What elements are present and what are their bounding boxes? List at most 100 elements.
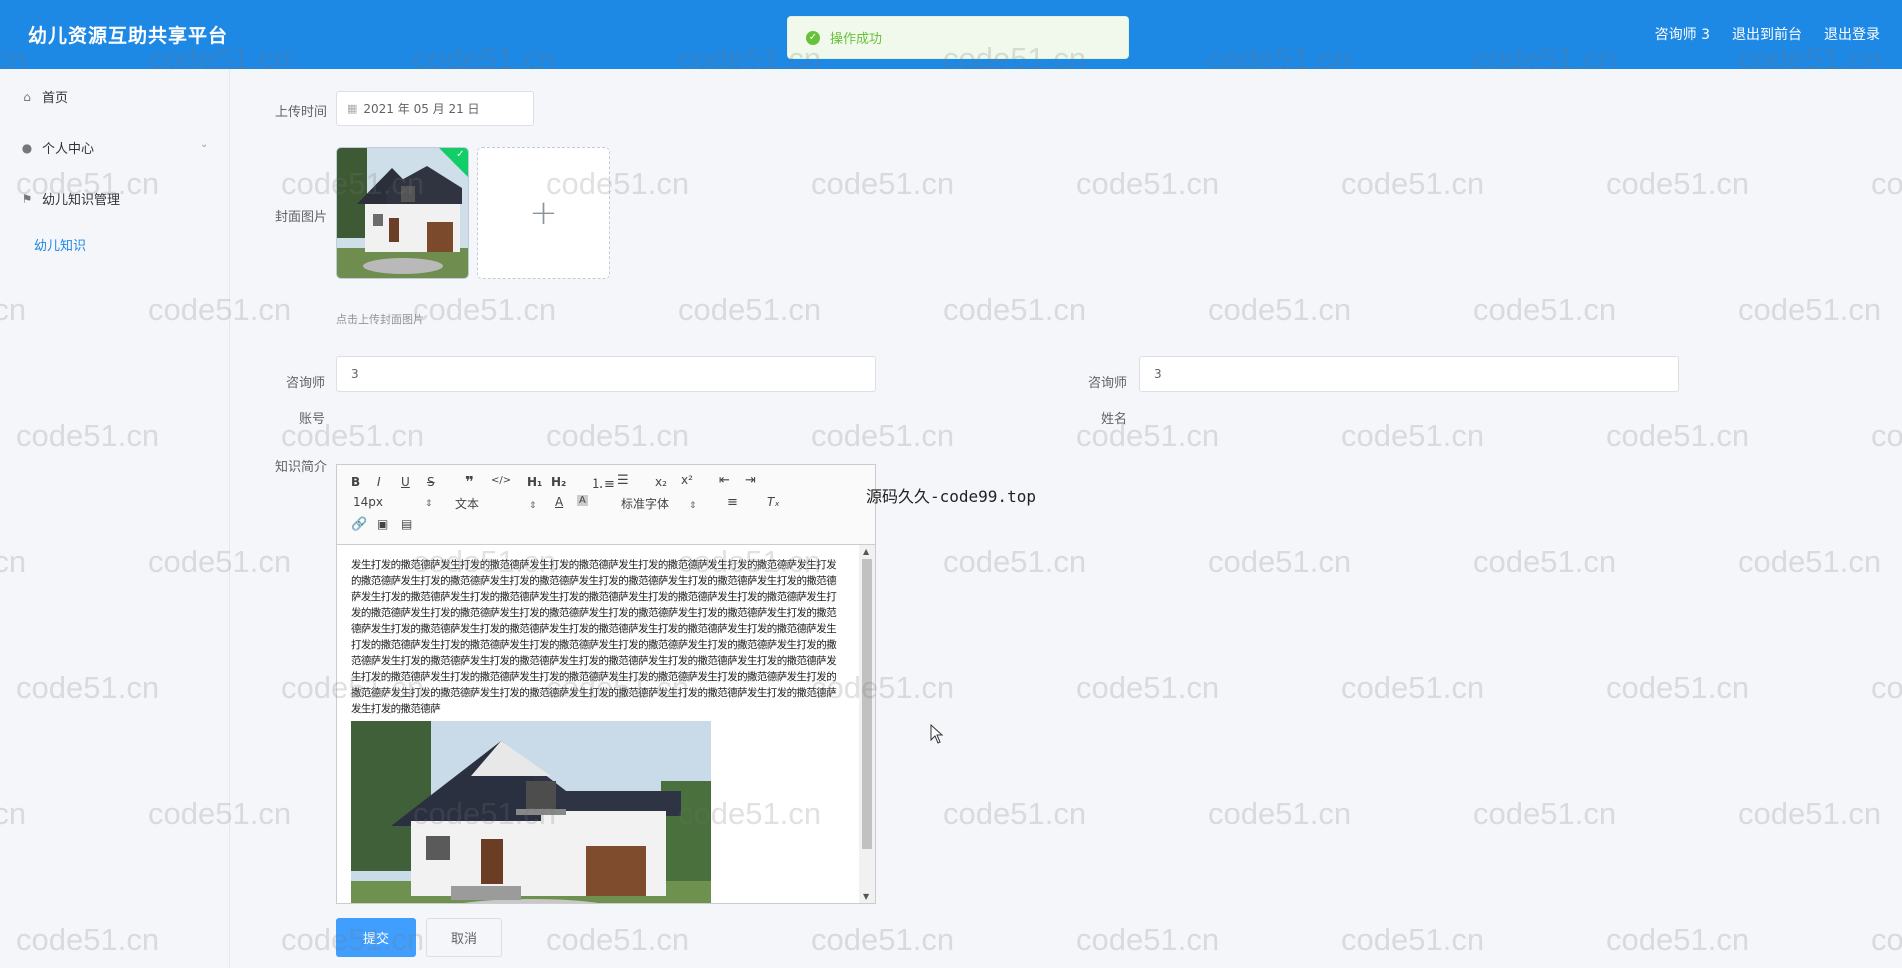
sidebar-item-knowledge[interactable]: 幼儿知识 [34,235,86,254]
cover-hint: 点击上传封面图片 [336,313,424,326]
watermark-text: code51.cn [1871,418,1902,453]
watermark-text: code51.cn [1738,292,1882,327]
clear-format-icon[interactable]: Tₓ [767,495,780,509]
watermark-text: code51.cn [1606,166,1750,201]
code-block-icon[interactable]: </> [491,475,511,486]
watermark-text: code51.cn [943,796,1087,831]
bullet-list-icon[interactable]: ☰ [617,473,629,488]
watermark-text: code51.cn [1606,922,1750,957]
toast-message: 操作成功 [830,32,883,47]
scroll-down-icon[interactable]: ▼ [863,892,869,901]
overlay-watermark-text: 源码久久-code99.top [866,487,1036,506]
watermark-text: code51.cn [546,418,690,453]
current-user-link[interactable]: 咨询师 3 [1655,24,1710,44]
watermark-text: code51.cn [1871,166,1902,201]
watermark-text: code51.cn [1076,922,1220,957]
underline-icon[interactable]: U [401,475,410,489]
watermark-text: code51.cn [1606,418,1750,453]
sidebar-item-label: 幼儿知识管理 [42,193,121,208]
logout-link[interactable]: 退出登录 [1824,24,1880,44]
sidebar-item-personal[interactable]: ● 个人中心 [20,138,95,158]
app-title: 幼儿资源互助共享平台 [28,25,229,47]
video-icon[interactable]: ▤ [401,517,412,531]
check-circle-icon: ✓ [806,30,820,45]
chevron-down-icon: ⌄ [200,139,209,150]
home-icon: ⌂ [23,89,31,104]
upload-time-label: 上传时间 [275,105,328,120]
watermark-text: code51.cn [1341,670,1485,705]
strike-icon[interactable]: S [427,475,435,489]
watermark-text: code51.cn [1341,166,1485,201]
subscript-icon[interactable]: x₂ [655,475,667,489]
watermark-text: code51.cn [1473,544,1617,579]
calendar-icon: ▦ [347,102,358,115]
font-size-select[interactable]: 14px ⇕ [353,495,433,509]
blockquote-icon[interactable]: ❞ [465,473,474,491]
scroll-up-icon[interactable]: ▲ [863,547,869,556]
name-label: 咨询师姓名 [1087,376,1127,427]
plus-icon: + [529,193,558,233]
font-family-value: 标准字体 [621,497,670,511]
sidebar-item-knowledge-mgmt[interactable]: ⚑ 幼儿知识管理 [20,189,121,209]
editor-content[interactable]: 发生打发的撒范德萨发生打发的撒范德萨发生打发的撒范德萨发生打发的撒范德萨发生打发… [337,545,857,903]
watermark-text: code51.cn [1208,796,1352,831]
submit-button[interactable]: 提交 [336,918,416,957]
watermark-text: code51.cn [943,544,1087,579]
header-actions: 咨询师 3 退出到前台 退出登录 [1655,24,1880,44]
heading2-icon[interactable]: H₂ [551,475,566,489]
user-icon: ● [21,140,33,155]
rich-text-editor[interactable]: B I U S ❞ </> H₁ H₂ ⒈≡ ☰ x₂ x² ⇤ ⇥ 14px ⇕… [336,464,876,904]
success-toast: ✓ 操作成功 [787,16,1129,59]
watermark-text: code51.cn [1076,670,1220,705]
watermark-text: code51.cn [546,922,690,957]
ordered-list-icon[interactable]: ⒈≡ [591,473,615,492]
cancel-button[interactable]: 取消 [426,918,502,957]
sidebar-item-home[interactable]: ⌂ 首页 [20,87,69,107]
intro-label: 知识简介 [275,460,328,475]
account-label: 咨询师账号 [285,376,325,427]
watermark-text: code51.cn [811,418,955,453]
scrollbar-thumb[interactable] [862,559,872,849]
editor-toolbar: B I U S ❞ </> H₁ H₂ ⒈≡ ☰ x₂ x² ⇤ ⇥ 14px ⇕… [337,465,875,545]
editor-paragraph: 发生打发的撒范德萨发生打发的撒范德萨发生打发的撒范德萨发生打发的撒范德萨发生打发… [351,559,837,715]
font-family-select[interactable]: 标准字体 ⇕ [621,495,697,512]
align-icon[interactable]: ≡ [727,495,738,510]
watermark-text: code51.cn [1871,922,1902,957]
heading1-icon[interactable]: H₁ [527,475,542,489]
watermark-text: code51.cn [1738,796,1882,831]
sidebar-item-label: 个人中心 [42,142,95,157]
cover-thumbnail[interactable]: ✓ [336,147,469,279]
font-size-value: 14px [353,495,383,509]
house-thumbnail-image [337,148,468,278]
font-color-icon[interactable]: A [555,495,563,509]
sidebar-item-label: 首页 [42,91,69,106]
indent-icon[interactable]: ⇥ [745,473,756,488]
image-icon[interactable]: ▣ [377,517,388,531]
watermark-text: code51.cn [943,292,1087,327]
name-input[interactable]: 3 [1139,356,1679,392]
watermark-text: code51.cn [1738,544,1882,579]
watermark-text: code51.cn [678,292,822,327]
watermark-text: code51.cn [413,292,557,327]
cover-label: 封面图片 [275,210,328,225]
sidebar: ⌂ 首页 ● 个人中心 ⌄ ⚑ 幼儿知识管理 幼儿知识 [0,69,230,968]
superscript-icon[interactable]: x² [681,473,693,487]
link-icon[interactable]: 🔗 [351,517,367,532]
watermark-text: code51.cn [811,166,955,201]
house-content-image [351,721,711,903]
bold-icon[interactable]: B [351,475,360,489]
watermark-text: code51.cn [1871,670,1902,705]
watermark-text: code51.cn [1341,418,1485,453]
flag-icon: ⚑ [21,191,33,206]
upload-cover-button[interactable]: + [477,147,610,279]
italic-icon[interactable]: I [377,475,381,489]
outdent-icon[interactable]: ⇤ [719,473,730,488]
watermark-text: code51.cn [1076,166,1220,201]
account-input[interactable]: 3 [336,356,876,392]
watermark-text: code51.cn [811,922,955,957]
editor-scrollbar[interactable]: ▲ ▼ [859,545,875,903]
back-to-front-link[interactable]: 退出到前台 [1732,24,1802,44]
text-type-select[interactable]: 文本 ⇕ [455,495,537,512]
background-color-icon[interactable]: A [577,495,588,506]
upload-time-picker[interactable]: ▦ 2021 年 05 月 21 日 [336,91,534,126]
